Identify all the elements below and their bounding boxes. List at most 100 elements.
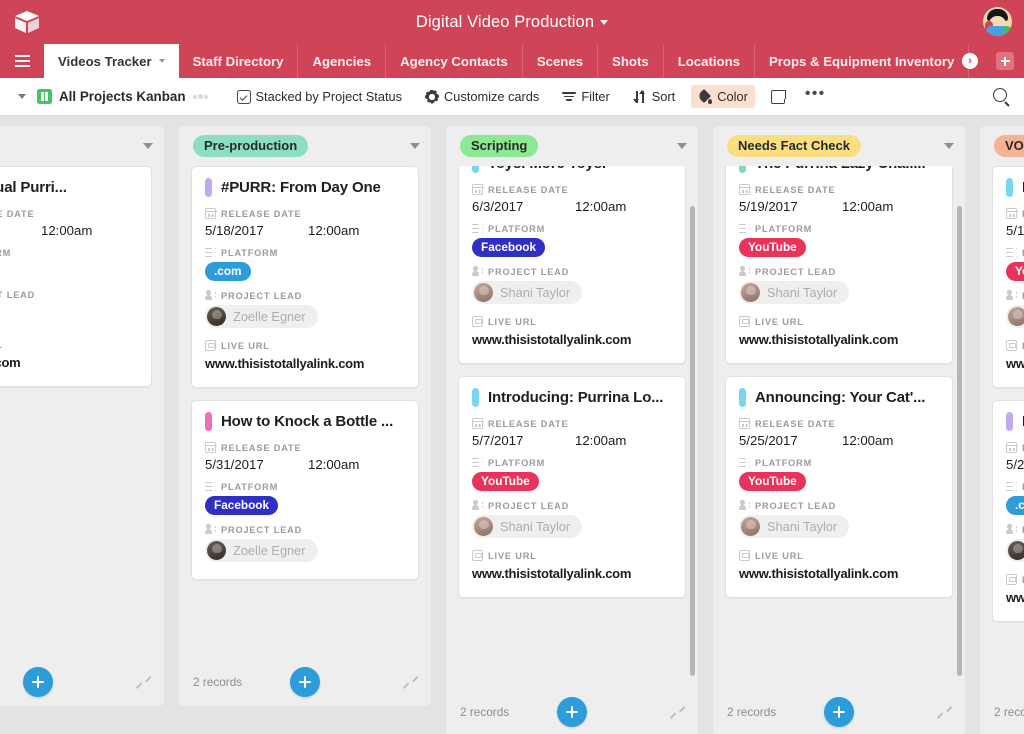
url-icon	[1006, 574, 1017, 585]
stack-scrollbar[interactable]	[957, 206, 962, 676]
field-release-date: RELEASE DATE 5/15/	[1006, 208, 1024, 238]
field-label-text: PROJECT LEAD	[0, 290, 35, 300]
add-table-icon[interactable]	[996, 52, 1014, 70]
release-time-value: 12:00am	[842, 433, 893, 448]
field-release-date: RELEASE DATE 5/25/2017 12:00am	[739, 418, 939, 448]
hamburger-menu-icon[interactable]	[0, 44, 44, 78]
record-count: 2 records	[193, 675, 242, 689]
kanban-card[interactable]: Introducing: Purrina Lo... RELEASE DATE …	[458, 376, 686, 598]
person-name: Zoelle Egner	[233, 309, 306, 324]
card-title: #PURR: From Day One	[205, 178, 405, 197]
tab-agency-contacts[interactable]: Agency Contacts	[386, 44, 523, 78]
field-label-text: PROJECT LEAD	[755, 501, 836, 511]
card-title: The Purrina Lazy Chall...	[739, 166, 939, 173]
stack-scrollbar[interactable]	[690, 206, 695, 676]
more-dots-icon[interactable]: •••	[801, 89, 834, 105]
chevron-down-icon[interactable]	[677, 143, 687, 149]
tabs-overflow-button[interactable]: ›	[962, 53, 978, 69]
expand-stack-icon[interactable]	[404, 676, 417, 689]
card-title: Pu	[1006, 178, 1024, 197]
airtable-cube-logo[interactable]	[14, 10, 40, 34]
kanban-card[interactable]: The Purrina Lazy Chall... RELEASE DATE 5…	[725, 166, 953, 364]
customize-cards-button[interactable]: Customize cards	[418, 85, 546, 108]
kanban-card[interactable]: How to Knock a Bottle ... RELEASE DATE 5…	[191, 400, 419, 580]
person-chip: Zoelle Egner	[205, 305, 318, 328]
sort-button[interactable]: Sort	[626, 85, 682, 108]
card-title: Announcing: Your Cat'...	[739, 388, 939, 407]
expand-stack-icon[interactable]	[671, 706, 684, 719]
color-button[interactable]: Color	[691, 85, 755, 108]
card-color-bar	[472, 388, 479, 407]
field-value-row: 5/25/2017 12:00am	[739, 433, 939, 448]
kanban-view-icon	[37, 89, 52, 104]
tab-props-equipment-inventory[interactable]: Props & Equipment Inventory	[755, 44, 969, 78]
kanban-card[interactable]: Toys. More Toys. RELEASE DATE 6/3/2017 1…	[458, 166, 686, 364]
field-label: PROJECT LEAD	[472, 500, 672, 511]
card-color-bar	[739, 388, 746, 407]
kanban-card[interactable]: d Annual Purri... RELEASE DATE 12:00am	[0, 166, 152, 387]
kanban-stack-pre-production: Pre-production #PURR: From Day One RELEA…	[179, 126, 431, 706]
kanban-card[interactable]: Pu RELEASE DATE 5/15/	[992, 166, 1024, 388]
kanban-card[interactable]: #PURR: From Day One RELEASE DATE 5/18/20…	[191, 166, 419, 388]
tab-shots[interactable]: Shots	[598, 44, 664, 78]
search-icon[interactable]	[993, 88, 1010, 105]
tab-label: Staff Directory	[193, 54, 284, 69]
share-view-button[interactable]	[764, 86, 792, 108]
add-record-icon[interactable]	[557, 697, 587, 727]
tab-scenes[interactable]: Scenes	[523, 44, 598, 78]
card-title: How to Knock a Bottle ...	[205, 412, 405, 431]
calendar-icon	[472, 184, 483, 195]
kanban-card[interactable]: Announcing: Your Cat'... RELEASE DATE 5/…	[725, 376, 953, 598]
expand-stack-icon[interactable]	[137, 676, 150, 689]
chevron-down-icon[interactable]	[944, 143, 954, 149]
chevron-down-icon[interactable]	[410, 143, 420, 149]
card-title-text: d Annual Purri...	[0, 179, 67, 196]
add-record-icon[interactable]	[824, 697, 854, 727]
view-name[interactable]: All Projects Kanban	[59, 89, 186, 104]
stacked-by-button[interactable]: Stacked by Project Status	[230, 85, 410, 108]
collaborators-icon[interactable]	[193, 94, 208, 99]
chevron-down-icon	[600, 20, 608, 25]
single-select-icon	[739, 457, 750, 468]
kanban-card[interactable]: M RELEASE DATE 5/27/	[992, 400, 1024, 622]
calendar-icon	[472, 418, 483, 429]
chevron-down-icon[interactable]	[143, 143, 153, 149]
stack-cards: d Annual Purri... RELEASE DATE 12:00am	[0, 166, 164, 658]
field-label: LIVE URL	[1006, 574, 1024, 585]
card-title-text: Introducing: Purrina Lo...	[488, 389, 663, 406]
tab-agencies[interactable]: Agencies	[298, 44, 386, 78]
field-label: LIVE URL	[205, 340, 405, 351]
avatar	[207, 541, 226, 560]
customize-cards-label: Customize cards	[444, 89, 539, 104]
workspace-title[interactable]: Digital Video Production	[416, 13, 608, 32]
card-title: M	[1006, 412, 1024, 431]
field-label: PROJECT LEAD	[0, 289, 138, 300]
field-label: PROJECT LEAD	[739, 500, 939, 511]
expand-stack-icon[interactable]	[938, 706, 951, 719]
stack-header: Pre-production	[179, 126, 431, 166]
tab-locations[interactable]: Locations	[664, 44, 755, 78]
url-icon	[205, 340, 216, 351]
field-label-text: PLATFORM	[221, 248, 278, 258]
live-url-value: tallyalink.com	[0, 355, 20, 370]
release-date-value: 5/27/	[1006, 457, 1024, 472]
tab-videos-tracker[interactable]: Videos Tracker	[44, 44, 179, 78]
calendar-icon	[739, 184, 750, 195]
field-project-lead: PROJECT LEAD Zoelle Egner	[205, 524, 405, 565]
field-label: PLATFORM	[1006, 247, 1024, 258]
card-title-text: The Purrina Lazy Chall...	[755, 166, 925, 172]
tab-label: Locations	[678, 54, 740, 69]
field-label: LIVE URL	[1006, 340, 1024, 351]
add-record-icon[interactable]	[290, 667, 320, 697]
tab-staff-directory[interactable]: Staff Directory	[179, 44, 299, 78]
filter-button[interactable]: Filter	[555, 85, 616, 108]
add-record-icon[interactable]	[23, 667, 53, 697]
avatar[interactable]	[983, 7, 1012, 36]
stack-header: Needs Fact Check	[713, 126, 965, 166]
live-url-value: www	[1006, 356, 1024, 371]
field-label-text: PROJECT LEAD	[221, 291, 302, 301]
view-sidebar-toggle-icon[interactable]	[18, 94, 26, 99]
collaborator-icon	[739, 500, 750, 511]
field-platform: PLATFORM YouTube	[739, 223, 939, 257]
calendar-icon	[1006, 442, 1017, 453]
